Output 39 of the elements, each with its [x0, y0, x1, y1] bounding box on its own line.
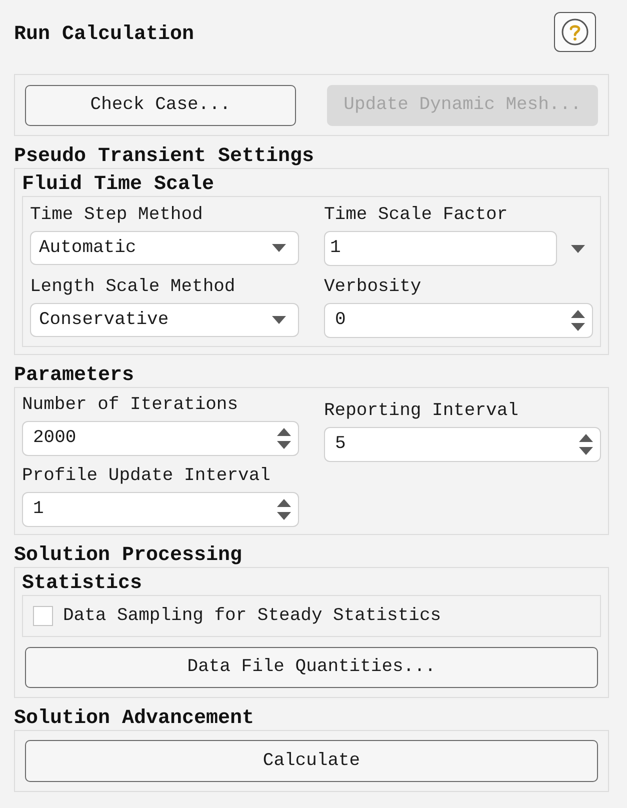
section-title: Solution Advancement — [14, 708, 256, 730]
caret-icon[interactable] — [272, 244, 286, 252]
field-label: Profile Update Interval — [22, 465, 272, 487]
input-field[interactable]: 1 — [324, 231, 557, 266]
spin-down-icon[interactable] — [579, 447, 593, 455]
help-button[interactable] — [554, 12, 596, 52]
caret-icon[interactable] — [571, 244, 585, 252]
field-label: Verbosity — [324, 276, 422, 298]
field-label: Number of Iterations — [22, 394, 240, 416]
spin-field[interactable]: 5 — [324, 427, 601, 462]
group-title: Fluid Time Scale — [22, 174, 216, 196]
group-title: Statistics — [22, 573, 144, 595]
field-label: Time Step Method — [30, 204, 204, 226]
spin-up-icon[interactable] — [571, 310, 585, 318]
spin-up-icon[interactable] — [579, 434, 593, 442]
action-button[interactable]: Check Case... — [25, 85, 296, 126]
field-label: Length Scale Method — [30, 276, 236, 298]
dropdown-field[interactable]: Automatic — [30, 231, 299, 265]
spin-down-icon[interactable] — [277, 512, 291, 520]
section-title: Pseudo Transient Settings — [14, 146, 316, 168]
field-label: Time Scale Factor — [324, 204, 509, 226]
spin-up-icon[interactable] — [277, 428, 291, 436]
spin-field[interactable]: 1 — [22, 492, 299, 527]
spin-field[interactable]: 2000 — [22, 421, 299, 456]
spin-up-icon[interactable] — [277, 499, 291, 507]
field-label: Reporting Interval — [324, 400, 520, 422]
spin-down-icon[interactable] — [571, 323, 585, 331]
panel-title: Run Calculation — [14, 22, 194, 48]
section-title: Parameters — [14, 365, 136, 387]
spin-field[interactable]: 0 — [324, 303, 593, 338]
help-icon — [561, 18, 589, 46]
checkbox-label: Data Sampling for Steady Statistics — [63, 604, 442, 628]
spin-down-icon[interactable] — [277, 441, 291, 449]
section-title: Solution Processing — [14, 545, 244, 567]
caret-icon[interactable] — [272, 316, 286, 324]
action-button[interactable]: Calculate — [25, 740, 598, 782]
action-button[interactable]: Data File Quantities... — [25, 647, 598, 688]
dropdown-field[interactable]: Conservative — [30, 303, 299, 337]
checkbox[interactable] — [33, 606, 53, 626]
